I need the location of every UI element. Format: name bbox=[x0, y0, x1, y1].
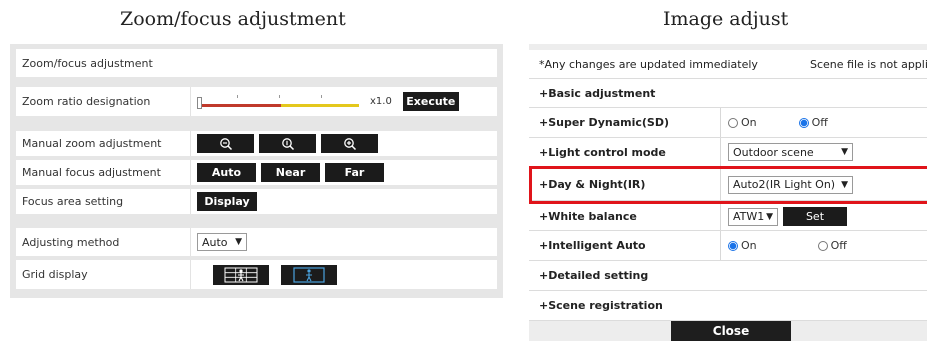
light-control-row: +Light control mode Outdoor scene ▼ bbox=[529, 138, 927, 167]
white-balance-row: +White balance ATW1 ▼ Set bbox=[529, 203, 927, 231]
scene-file-notice: Scene file is not applied bbox=[810, 57, 927, 71]
adjusting-method-label: Adjusting method bbox=[22, 235, 120, 249]
chevron-down-icon: ▼ bbox=[766, 211, 773, 222]
super-dynamic-label: +Super Dynamic(SD) bbox=[539, 116, 669, 129]
super-dynamic-off-radio[interactable]: Off bbox=[798, 116, 828, 129]
manual-focus-label: Manual focus adjustment bbox=[22, 166, 161, 179]
radio-off-icon bbox=[728, 117, 738, 128]
adjusting-method-select[interactable]: Auto ▼ bbox=[197, 233, 247, 251]
focus-near-button[interactable]: Near bbox=[261, 163, 320, 182]
scene-registration-label: +Scene registration bbox=[539, 299, 663, 312]
intelligent-auto-label: +Intelligent Auto bbox=[539, 239, 646, 252]
left-caption: Zoom/focus adjustment bbox=[120, 8, 346, 30]
white-balance-set-button[interactable]: Set bbox=[783, 207, 847, 226]
chevron-down-icon: ▼ bbox=[841, 179, 848, 190]
execute-button[interactable]: Execute bbox=[402, 92, 459, 111]
basic-adjustment-label: +Basic adjustment bbox=[539, 86, 656, 100]
intelligent-auto-off-radio[interactable]: Off bbox=[817, 239, 847, 252]
radio-on-icon bbox=[728, 240, 738, 251]
grid-display-row: Grid display bbox=[16, 260, 497, 289]
zoom-ratio-row: Zoom ratio designation x1.0 Execute bbox=[16, 87, 497, 116]
chevron-down-icon: ▼ bbox=[235, 237, 242, 247]
light-control-label: +Light control mode bbox=[539, 145, 666, 159]
radio-on-icon bbox=[798, 117, 809, 128]
zoom-out-icon bbox=[219, 137, 232, 150]
white-balance-select[interactable]: ATW1 ▼ bbox=[728, 207, 778, 226]
day-night-select[interactable]: Auto2(IR Light On) ▼ bbox=[728, 175, 853, 194]
zoom-ratio-slider[interactable] bbox=[197, 93, 361, 111]
basic-adjustment-row[interactable]: +Basic adjustment bbox=[529, 79, 927, 108]
zoom-focus-header: Zoom/focus adjustment bbox=[16, 49, 497, 77]
manual-focus-row: Manual focus adjustment Auto Near Far bbox=[16, 160, 497, 185]
grid-display-label: Grid display bbox=[22, 268, 88, 281]
zoom-ratio-label: Zoom ratio designation bbox=[22, 95, 151, 108]
image-adjust-notice: *Any changes are updated immediately bbox=[539, 57, 758, 71]
zoom-out-button[interactable] bbox=[197, 134, 254, 153]
zoom-reset-button[interactable] bbox=[259, 134, 316, 153]
intelligent-auto-row: +Intelligent Auto On Off bbox=[529, 231, 927, 261]
day-night-label: +Day & Night(IR) bbox=[539, 178, 646, 191]
zoom-in-icon bbox=[343, 137, 356, 150]
chevron-down-icon: ▼ bbox=[841, 147, 848, 157]
focus-auto-button[interactable]: Auto bbox=[197, 163, 256, 182]
grid-person-icon bbox=[224, 267, 258, 282]
zoom-focus-header-label: Zoom/focus adjustment bbox=[22, 56, 153, 70]
focus-far-button[interactable]: Far bbox=[325, 163, 384, 182]
white-balance-label: +White balance bbox=[539, 210, 637, 223]
zoom-focus-panel: Zoom/focus adjustment Zoom ratio designa… bbox=[10, 44, 503, 298]
day-night-row: +Day & Night(IR) Auto2(IR Light On) ▼ bbox=[529, 169, 927, 201]
image-adjust-panel: *Any changes are updated immediately Sce… bbox=[529, 44, 927, 341]
right-caption: Image adjust bbox=[663, 8, 789, 30]
zoom-reset-icon bbox=[281, 137, 294, 150]
light-control-select[interactable]: Outdoor scene ▼ bbox=[728, 143, 853, 161]
grid-display-grid-button[interactable] bbox=[213, 264, 269, 285]
person-icon bbox=[293, 266, 325, 283]
manual-zoom-label: Manual zoom adjustment bbox=[22, 137, 162, 150]
zoom-slider-handle[interactable] bbox=[197, 96, 202, 109]
detailed-setting-label: +Detailed setting bbox=[539, 269, 649, 282]
focus-area-row: Focus area setting Display bbox=[16, 189, 497, 214]
adjusting-method-row: Adjusting method Auto ▼ bbox=[16, 228, 497, 256]
scene-registration-row[interactable]: +Scene registration bbox=[529, 291, 927, 321]
close-button[interactable]: Close bbox=[671, 321, 791, 341]
super-dynamic-row: +Super Dynamic(SD) On Off bbox=[529, 108, 927, 138]
image-adjust-notice-row: *Any changes are updated immediately Sce… bbox=[529, 50, 927, 79]
grid-display-person-button[interactable] bbox=[281, 264, 337, 285]
focus-area-label: Focus area setting bbox=[22, 195, 124, 208]
zoom-in-button[interactable] bbox=[321, 134, 378, 153]
super-dynamic-on-radio[interactable]: On bbox=[728, 116, 757, 129]
zoom-ratio-value: x1.0 bbox=[370, 96, 392, 107]
manual-zoom-row: Manual zoom adjustment bbox=[16, 131, 497, 156]
detailed-setting-row[interactable]: +Detailed setting bbox=[529, 261, 927, 291]
radio-off-icon bbox=[817, 240, 828, 251]
intelligent-auto-on-radio[interactable]: On bbox=[728, 239, 757, 252]
focus-area-display-button[interactable]: Display bbox=[197, 192, 257, 211]
